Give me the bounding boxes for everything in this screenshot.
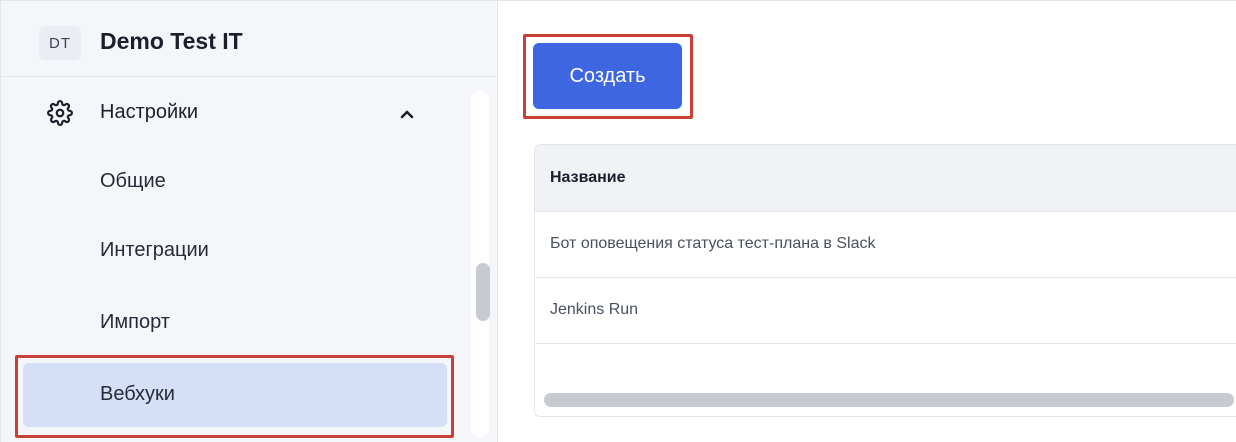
sidebar-item-label: Импорт (100, 311, 170, 333)
sidebar-section-settings[interactable]: Настройки (23, 79, 447, 147)
sidebar-nav: Настройки Общие Интеграции Импорт Вебхук… (1, 77, 456, 442)
sidebar-item-label: Общие (100, 170, 166, 192)
table-row[interactable]: Jenkins Run (535, 278, 1236, 344)
chevron-up-icon[interactable] (399, 107, 415, 121)
sidebar-item-webhooks[interactable]: Вебхуки (23, 363, 447, 427)
sidebar-item-label: Вебхуки (100, 383, 175, 405)
table-cell-name: Jenkins Run (550, 301, 639, 318)
create-button[interactable]: Создать (533, 43, 682, 109)
project-name: Demo Test IT (100, 28, 243, 54)
sidebar-scrollbar-thumb[interactable] (476, 263, 490, 321)
column-header-name[interactable]: Название (550, 169, 626, 187)
project-header[interactable]: DT Demo Test IT (1, 1, 497, 77)
table-cell-name: Бот оповещения статуса тест-плана в Slac… (550, 235, 876, 252)
gear-icon (47, 100, 73, 126)
sidebar-item-import[interactable]: Импорт (23, 291, 447, 355)
sidebar-item-general[interactable]: Общие (23, 150, 447, 214)
webhooks-table: Название Бот оповещения статуса тест-пла… (534, 144, 1236, 417)
app-window: DT Demo Test IT Настройки Общие Интеграц… (0, 0, 1236, 442)
sidebar-section-label: Настройки (100, 101, 199, 123)
sidebar-item-label: Интеграции (100, 239, 209, 261)
sidebar: DT Demo Test IT Настройки Общие Интеграц… (1, 1, 498, 442)
table-horizontal-scrollbar[interactable] (544, 393, 1234, 407)
main-content: Создать Название Бот оповещения статуса … (498, 1, 1236, 442)
table-header: Название (535, 145, 1236, 212)
project-avatar: DT (39, 26, 81, 60)
table-row[interactable]: Бот оповещения статуса тест-плана в Slac… (535, 212, 1236, 278)
sidebar-item-integrations[interactable]: Интеграции (23, 219, 447, 283)
